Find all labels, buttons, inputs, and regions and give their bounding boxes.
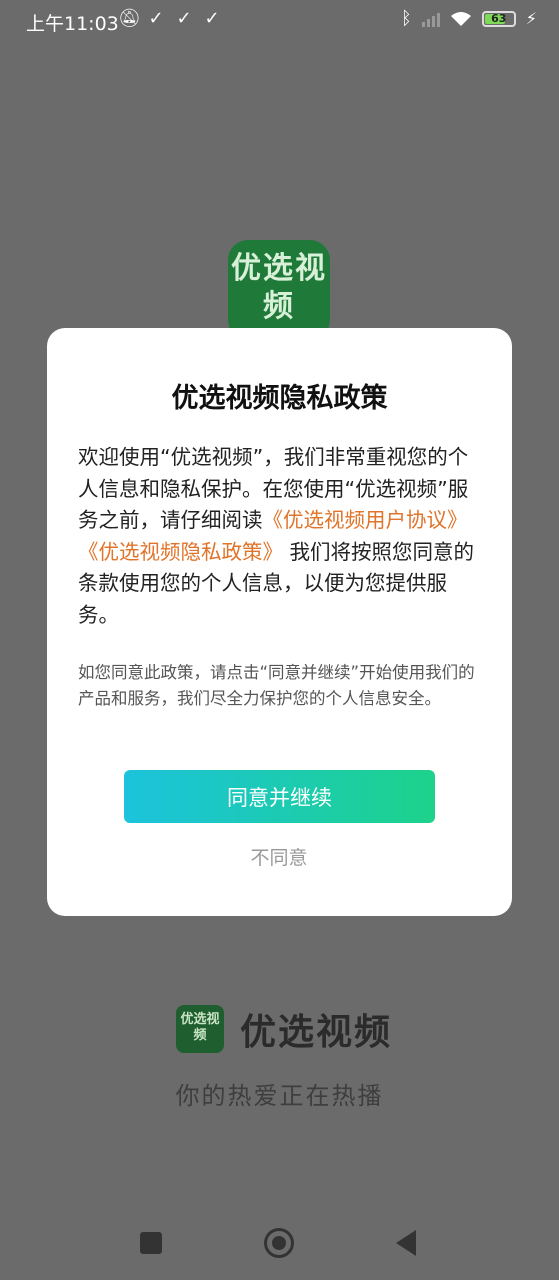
signal-icon bbox=[421, 11, 440, 27]
agree-continue-button[interactable]: 同意并继续 bbox=[124, 770, 435, 823]
dialog-title: 优选视频隐私政策 bbox=[171, 383, 388, 414]
user-agreement-link[interactable]: 《优选视频用户协议》 bbox=[263, 508, 468, 532]
privacy-policy-link[interactable]: 《优选视频隐私政策》 bbox=[78, 540, 283, 564]
status-bar: 上午11:03 🔕︎ ✓ ✓ ✓ ᛒ 63 ⚡︎ bbox=[0, 0, 559, 42]
privacy-dialog: 优选视频隐私政策 欢迎使用“优选视频”，我们非常重视您的个人信息和隐私保护。在您… bbox=[47, 328, 512, 916]
bluetooth-icon: ᛒ bbox=[400, 8, 412, 29]
brand-area: 优选视频 优选视频 bbox=[176, 1001, 392, 1057]
disagree-button[interactable]: 不同意 bbox=[229, 838, 329, 878]
status-right: ᛒ 63 ⚡︎ bbox=[401, 8, 537, 29]
wifi-icon bbox=[450, 11, 471, 26]
dialog-note: 如您同意此政策，请点击“同意并继续”开始使用我们的产品和服务，我们尽全力保护您的… bbox=[78, 663, 475, 708]
check-icon: ✓ bbox=[204, 8, 220, 29]
mute-bell-icon: 🔕︎ bbox=[118, 8, 141, 29]
brand-name: 优选视频 bbox=[240, 1012, 393, 1053]
brand-logo: 优选视频 bbox=[176, 1005, 224, 1053]
app-logo-text: 优选视频 bbox=[231, 251, 327, 324]
brand-logo-text: 优选视频 bbox=[180, 1012, 220, 1043]
home-icon[interactable] bbox=[264, 1228, 294, 1258]
check-icon: ✓ bbox=[148, 8, 164, 29]
status-time: 上午11:03 bbox=[26, 13, 119, 35]
check-icon: ✓ bbox=[176, 8, 192, 29]
charging-icon: ⚡︎ bbox=[525, 9, 537, 28]
battery-icon: 63 bbox=[481, 10, 516, 27]
brand-slogan: 你的热爱正在热播 bbox=[175, 1082, 384, 1110]
notification-icons: 🔕︎ ✓ ✓ ✓ bbox=[118, 8, 222, 29]
battery-level: 63 bbox=[491, 11, 507, 25]
back-icon[interactable] bbox=[396, 1230, 416, 1256]
app-logo: 优选视频 bbox=[228, 240, 330, 340]
dialog-body: 欢迎使用“优选视频”，我们非常重视您的个人信息和隐私保护。在您使用“优选视频”服… bbox=[78, 442, 483, 631]
navigation-bar bbox=[0, 1210, 559, 1280]
recent-apps-icon[interactable] bbox=[140, 1232, 162, 1254]
